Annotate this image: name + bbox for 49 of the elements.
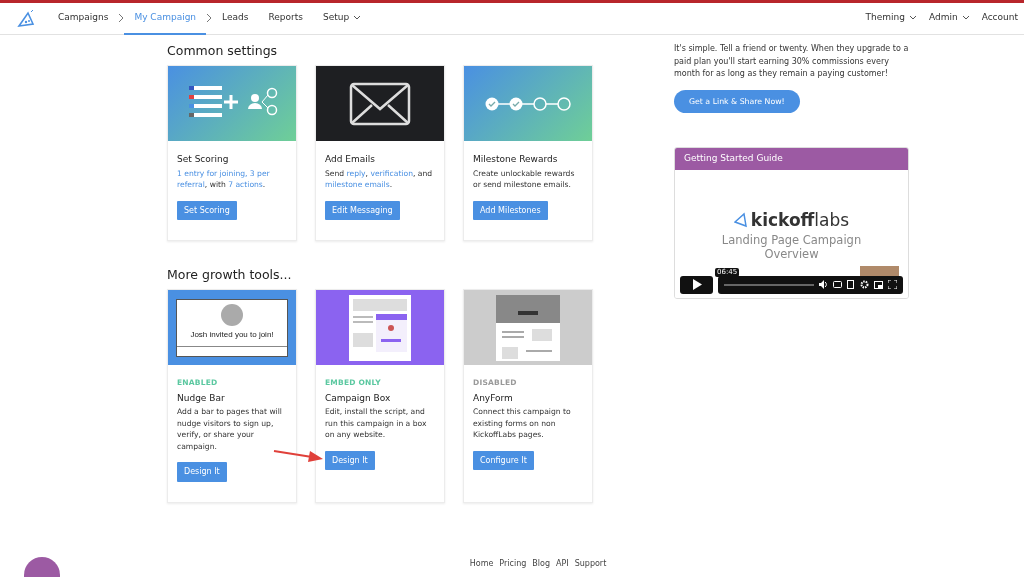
action-button[interactable]: Configure It xyxy=(473,450,534,470)
panel-header: Getting Started Guide xyxy=(675,148,908,170)
nav-link[interactable]: Reports xyxy=(258,3,313,35)
footer-link[interactable]: Support xyxy=(574,558,607,570)
nav-link[interactable]: Account xyxy=(975,3,1024,35)
captions-icon[interactable] xyxy=(833,281,842,289)
caret-icon xyxy=(961,15,970,20)
nav-link[interactable]: Campaigns xyxy=(48,3,119,35)
section-heading: More growth tools... xyxy=(167,267,293,282)
picture-in-picture-icon[interactable] xyxy=(874,280,883,289)
video-subtitle: Landing Page Campaign Overview xyxy=(720,233,863,262)
arrow xyxy=(272,447,324,463)
action-button[interactable]: Design It xyxy=(325,450,375,470)
nudge-bar-illustration: Josh invited you to join! xyxy=(168,290,296,365)
action-button[interactable]: Set Scoring xyxy=(177,200,237,220)
action-button[interactable]: Design It xyxy=(177,462,227,482)
section-heading: Common settings xyxy=(167,43,279,58)
action-button[interactable]: Edit Messaging xyxy=(325,200,400,220)
footer-link[interactable]: Pricing xyxy=(499,558,527,570)
card-title: Add Emails xyxy=(325,154,376,166)
nav-link[interactable]: Admin xyxy=(922,3,976,35)
transcript-icon[interactable] xyxy=(847,280,855,290)
action-button[interactable]: Add Milestones xyxy=(473,200,548,220)
chat-button[interactable] xyxy=(24,557,60,577)
seek-bar[interactable] xyxy=(724,283,814,286)
card-title: AnyForm xyxy=(473,392,514,404)
footer-link[interactable]: Blog xyxy=(532,558,550,570)
volume-icon[interactable] xyxy=(819,280,828,290)
logo-icon xyxy=(733,212,748,229)
logo-icon[interactable] xyxy=(16,8,36,29)
footer-link[interactable]: Home xyxy=(469,558,494,570)
photo-placeholder xyxy=(860,265,899,276)
play-icon xyxy=(691,279,702,291)
card-title: Campaign Box xyxy=(325,392,392,404)
fullscreen-icon[interactable] xyxy=(888,280,897,290)
nav-link[interactable]: Setup xyxy=(312,3,372,35)
settings-icon[interactable] xyxy=(860,280,869,290)
caret-icon xyxy=(353,15,362,20)
card-title: Nudge Bar xyxy=(177,392,226,404)
card-title: Set Scoring xyxy=(177,154,230,166)
nav-link[interactable]: Theming xyxy=(859,3,923,35)
nav-link[interactable]: Leads xyxy=(212,3,259,35)
card-title: Milestone Rewards xyxy=(473,154,559,166)
play-button[interactable] xyxy=(680,275,713,294)
caret-icon xyxy=(908,15,917,20)
footer-link[interactable]: API xyxy=(556,558,569,570)
referral-text: It's simple. Tell a friend or twenty. When they upgrade to a paid plan you'll start earning 30% commissions every month for as long as they remain a paying customer! xyxy=(674,43,909,80)
logo-text: kickofflabs xyxy=(750,208,850,232)
nav-link[interactable]: My Campaign xyxy=(124,3,207,35)
